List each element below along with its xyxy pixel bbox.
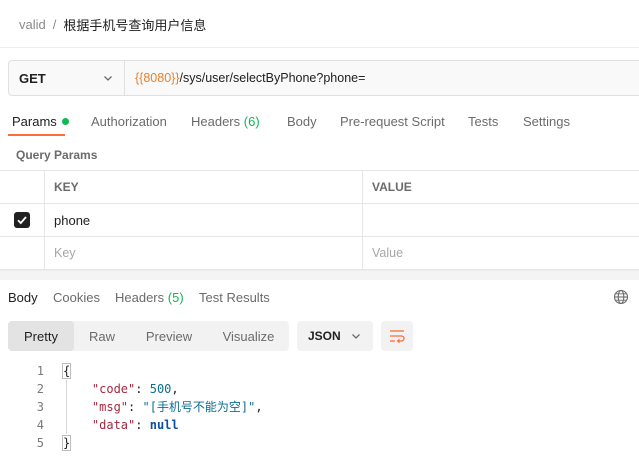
checkmark-icon xyxy=(17,216,27,225)
response-tab-headers[interactable]: Headers (5) xyxy=(115,290,184,305)
table-header-row: KEY VALUE xyxy=(0,171,639,204)
method-label: GET xyxy=(19,70,46,86)
json-key-data: "data" xyxy=(91,418,136,432)
header-divider xyxy=(0,47,639,48)
mode-visualize[interactable]: Visualize xyxy=(208,321,289,351)
wrap-lines-button[interactable] xyxy=(381,321,413,351)
empty-check-cell xyxy=(0,237,45,269)
tab-headers-count: (6) xyxy=(243,114,260,129)
response-tab-test-results[interactable]: Test Results xyxy=(199,290,270,305)
json-value-data: null xyxy=(149,418,179,432)
active-tab-underline xyxy=(8,134,65,136)
code-line: 3 "msg": "[手机号不能为空]", xyxy=(0,398,639,416)
param-key-cell[interactable]: phone xyxy=(45,204,363,236)
code-line: 4 "data": null xyxy=(0,416,639,434)
code-line-text: { xyxy=(61,362,72,380)
new-value-input[interactable]: Value xyxy=(363,237,639,269)
mode-preview[interactable]: Preview xyxy=(130,321,208,351)
line-number: 3 xyxy=(36,400,44,414)
tab-pre-request-script[interactable]: Pre-request Script xyxy=(340,114,445,129)
response-tab-body[interactable]: Body xyxy=(8,290,38,305)
tab-headers[interactable]: Headers (6) xyxy=(191,114,260,129)
format-label: JSON xyxy=(308,329,341,343)
tab-settings[interactable]: Settings xyxy=(523,114,570,129)
tab-body[interactable]: Body xyxy=(287,114,317,129)
response-tab-headers-label: Headers xyxy=(115,290,165,305)
code-line-text: "data": null xyxy=(91,418,179,432)
line-number: 5 xyxy=(36,436,44,450)
code-line-text: "msg": "[手机号不能为空]", xyxy=(91,400,263,414)
line-number: 2 xyxy=(36,382,44,396)
line-number: 1 xyxy=(36,364,44,378)
tab-headers-label: Headers xyxy=(191,114,241,129)
url-bar: GET {{8080}}/sys/user/selectByPhone?phon… xyxy=(8,60,639,96)
json-value-msg: "[手机号不能为空]" xyxy=(142,400,256,414)
method-select[interactable]: GET xyxy=(9,61,125,95)
response-tab-headers-count: (5) xyxy=(167,290,184,305)
pane-resize-handle[interactable] xyxy=(0,270,639,280)
chevron-down-icon xyxy=(104,76,112,81)
mode-raw[interactable]: Raw xyxy=(74,321,130,351)
breadcrumb: valid / 根据手机号查询用户信息 xyxy=(19,14,206,34)
header-check-cell xyxy=(0,171,45,203)
code-line: 2 "code": 500, xyxy=(0,380,639,398)
chevron-down-icon xyxy=(352,334,360,339)
response-tabs: Body Cookies Headers (5) Test Results xyxy=(0,282,639,312)
wrap-lines-icon xyxy=(390,330,405,343)
param-value-cell[interactable] xyxy=(363,204,639,236)
column-header-value: VALUE xyxy=(372,180,412,194)
globe-icon[interactable] xyxy=(613,289,629,305)
request-tabs: Params Authorization Headers (6) Body Pr… xyxy=(0,108,639,136)
json-key-code: "code" xyxy=(91,382,136,396)
line-number: 4 xyxy=(36,418,44,432)
json-value-code: 500 xyxy=(149,382,172,396)
column-header-key: KEY xyxy=(45,171,363,203)
tab-params-label: Params xyxy=(12,114,57,129)
request-name[interactable]: 根据手机号查询用户信息 xyxy=(63,15,206,34)
query-params-title: Query Params xyxy=(16,148,98,162)
url-input[interactable]: {{8080}}/sys/user/selectByPhone?phone= xyxy=(125,61,365,95)
open-brace: { xyxy=(61,363,72,379)
row-check-cell xyxy=(0,204,45,236)
params-status-dot xyxy=(61,118,69,125)
new-key-input[interactable]: Key xyxy=(45,237,363,269)
format-select[interactable]: JSON xyxy=(297,321,373,351)
tab-params[interactable]: Params xyxy=(12,114,69,129)
params-table: KEY VALUE phone Key Value xyxy=(0,170,639,270)
code-line: 1 { xyxy=(0,362,639,380)
tab-authorization[interactable]: Authorization xyxy=(91,114,167,129)
breadcrumb-collection[interactable]: valid xyxy=(19,17,46,32)
table-row-empty: Key Value xyxy=(0,237,639,270)
code-line-text: "code": 500, xyxy=(91,382,179,396)
url-variable: {{8080}} xyxy=(135,71,180,85)
response-tab-cookies[interactable]: Cookies xyxy=(53,290,100,305)
code-line-text: } xyxy=(61,434,72,452)
view-mode-segmented: Pretty Raw Preview Visualize xyxy=(8,321,289,351)
table-row: phone xyxy=(0,204,639,237)
param-enabled-checkbox[interactable] xyxy=(14,212,30,228)
response-body-editor[interactable]: 1 { 2 "code": 500, 3 "msg": "[手机号不能为空]",… xyxy=(0,362,639,452)
breadcrumb-separator: / xyxy=(52,16,57,32)
close-brace: } xyxy=(61,435,72,451)
tab-tests[interactable]: Tests xyxy=(468,114,498,129)
mode-pretty[interactable]: Pretty xyxy=(8,321,74,351)
code-line: 5 } xyxy=(0,434,639,452)
json-key-msg: "msg" xyxy=(91,400,129,414)
url-path: /sys/user/selectByPhone?phone= xyxy=(179,71,366,85)
